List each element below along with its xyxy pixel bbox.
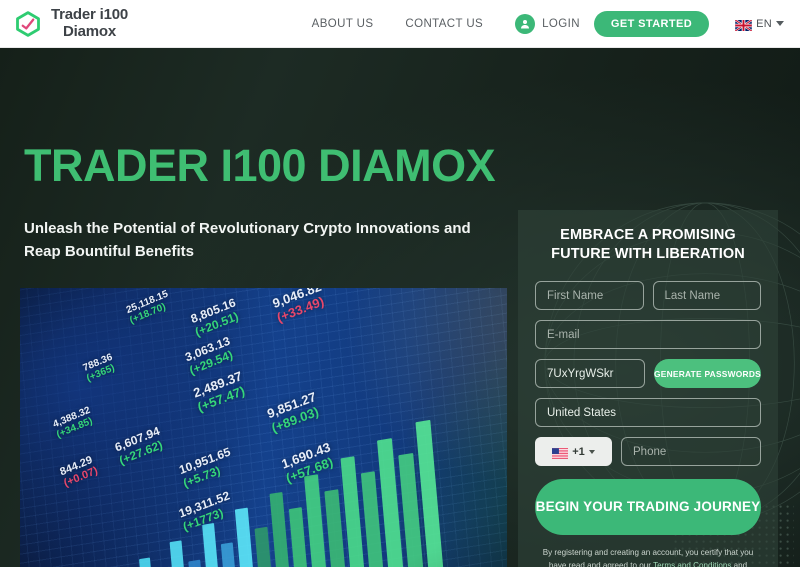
- market-chart-image: 184,314.43(-3.79)900.07(-10.40)4,602.97(…: [20, 288, 507, 567]
- language-selector[interactable]: EN: [734, 17, 784, 32]
- us-flag-icon: [552, 446, 569, 460]
- begin-trading-journey-button[interactable]: BEGIN YOUR TRADING JOURNEY: [535, 479, 761, 536]
- password-row: GENERATE PASSWORDS: [535, 359, 761, 389]
- dial-code-label: +1: [572, 445, 585, 458]
- legal-disclaimer: By registering and creating an account, …: [535, 546, 761, 567]
- brand-name: Trader i100 Diamox: [51, 5, 129, 40]
- brand-logo[interactable]: Trader i100 Diamox: [14, 5, 129, 41]
- name-row: [535, 281, 761, 311]
- nav-link-contact-us[interactable]: CONTACT US: [389, 18, 499, 30]
- phone-input[interactable]: [621, 437, 761, 467]
- login-button[interactable]: LOGIN: [499, 13, 594, 34]
- first-name-input[interactable]: [535, 281, 644, 311]
- chevron-down-icon: [776, 21, 784, 26]
- hero-subtitle: Unleash the Potential of Revolutionary C…: [24, 220, 471, 260]
- uk-flag-icon: [734, 18, 753, 32]
- login-label: LOGIN: [542, 17, 580, 30]
- hero-section: TRADER I100 DIAMOX Unleash the Potential…: [0, 48, 800, 567]
- chevron-down-icon: [588, 449, 595, 454]
- language-code: EN: [756, 17, 772, 30]
- country-row: [535, 398, 761, 428]
- disclaimer-text-2: and: [731, 561, 748, 567]
- main-nav: ABOUT US CONTACT US LOGIN GET STARTED EN: [296, 10, 786, 37]
- user-avatar-icon: [515, 13, 536, 34]
- site-header: Trader i100 Diamox ABOUT US CONTACT US L…: [0, 0, 800, 48]
- registration-form: EMBRACE A PROMISING FUTURE WITH LIBERATI…: [518, 210, 778, 567]
- form-title: EMBRACE A PROMISING FUTURE WITH LIBERATI…: [551, 227, 745, 263]
- get-started-button[interactable]: GET STARTED: [593, 10, 710, 37]
- password-input[interactable]: [535, 359, 645, 389]
- hexagon-chart-logo-icon: [14, 10, 42, 38]
- page-title: TRADER I100 DIAMOX: [24, 140, 496, 191]
- dial-code-selector[interactable]: +1: [535, 437, 612, 467]
- generate-passwords-button[interactable]: GENERATE PASSWORDS: [653, 359, 761, 389]
- phone-row: +1: [535, 437, 761, 467]
- email-input[interactable]: [535, 320, 761, 350]
- email-row: [535, 320, 761, 350]
- nav-link-about-us[interactable]: ABOUT US: [296, 18, 390, 30]
- terms-and-conditions-link[interactable]: Terms and Conditions: [653, 561, 731, 567]
- country-input[interactable]: [535, 398, 761, 428]
- last-name-input[interactable]: [652, 281, 761, 311]
